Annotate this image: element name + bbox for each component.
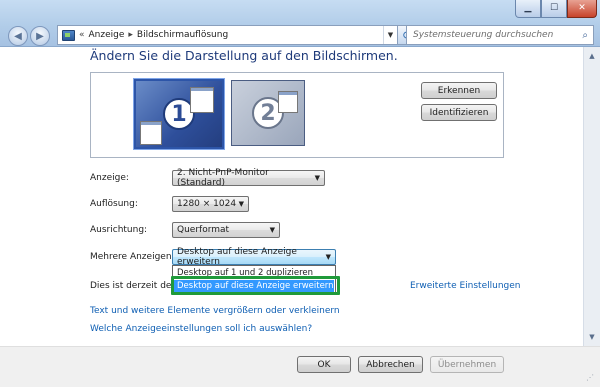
dropdown-option-duplicate[interactable]: Desktop auf 1 und 2 duplizieren [174, 267, 334, 280]
page-title: Ändern Sie die Darstellung auf den Bilds… [90, 48, 398, 63]
window-thumbnail [278, 91, 298, 113]
window-thumbnail [140, 121, 162, 145]
display-select-value: 2. Nicht-PnP-Monitor (Standard) [177, 168, 269, 188]
maximize-button[interactable]: ☐ [541, 0, 567, 18]
status-text: Dies ist derzeit der H [90, 281, 185, 291]
breadcrumb-anzeige[interactable]: Anzeige [89, 30, 125, 40]
window-controls: ▁ ☐ ✕ [515, 0, 597, 18]
display-label: Anzeige: [90, 173, 129, 183]
orientation-select-value: Querformat [177, 225, 230, 235]
orientation-select[interactable]: Querformat ▼ [172, 222, 280, 238]
maximize-icon: ☐ [549, 3, 559, 13]
window-thumbnail [190, 87, 214, 113]
minimize-button[interactable]: ▁ [515, 0, 541, 18]
close-icon: ✕ [578, 3, 586, 13]
multiple-displays-select[interactable]: Desktop auf diese Anzeige erweitern ▼ [172, 247, 336, 267]
chevron-down-icon: ▼ [325, 253, 331, 261]
monitor-arrangement-panel: 1 2 Erkennen Identifizieren [90, 72, 504, 158]
multiple-displays-dropdown-list: Desktop auf 1 und 2 duplizieren Desktop … [172, 265, 336, 295]
apply-button[interactable]: Übernehmen [430, 356, 504, 373]
close-button[interactable]: ✕ [567, 0, 597, 18]
minimize-icon: ▁ [524, 3, 532, 13]
chevron-down-icon: ▼ [269, 226, 275, 234]
chevron-down-icon: ▼ [314, 174, 320, 182]
resolution-label: Auflösung: [90, 199, 138, 209]
forward-arrow-icon: ▶ [36, 30, 44, 42]
vertical-scrollbar[interactable]: ▲ ▼ [583, 47, 600, 346]
search-input[interactable] [413, 30, 573, 40]
search-box[interactable]: ⌕ [406, 25, 594, 45]
detect-button[interactable]: Erkennen [421, 82, 497, 99]
resolution-select[interactable]: 1280 × 1024 ▼ [172, 196, 249, 212]
monitor-2[interactable]: 2 [231, 80, 305, 146]
ok-button[interactable]: OK [297, 356, 351, 373]
back-arrow-icon: ◀ [14, 30, 22, 42]
resize-grip-icon[interactable]: ⋰ [586, 374, 598, 386]
breadcrumb-bildschirmaufloesung[interactable]: Bildschirmauflösung [137, 30, 228, 40]
control-panel-icon [62, 29, 75, 41]
display-select[interactable]: 2. Nicht-PnP-Monitor (Standard) ▼ [172, 168, 325, 188]
search-icon[interactable]: ⌕ [582, 30, 588, 41]
display-settings-help-link[interactable]: Welche Anzeigeeinstellungen soll ich aus… [90, 324, 312, 334]
forward-button[interactable]: ▶ [30, 26, 50, 46]
resolution-select-value: 1280 × 1024 [177, 199, 237, 209]
address-dropdown-icon[interactable]: ▼ [383, 26, 397, 44]
scroll-down-icon[interactable]: ▼ [586, 330, 598, 344]
chevron-down-icon: ▼ [238, 200, 244, 208]
multiple-displays-select-value: Desktop auf diese Anzeige erweitern [177, 247, 297, 267]
monitor-1[interactable]: 1 [134, 79, 224, 149]
orientation-label: Ausrichtung: [90, 225, 148, 235]
dropdown-option-extend[interactable]: Desktop auf diese Anzeige erweitern [174, 280, 334, 293]
multiple-displays-label: Mehrere Anzeigen: [90, 252, 175, 262]
address-bar[interactable]: « Anzeige ▸ Bildschirmauflösung ▼ [57, 25, 398, 45]
scroll-up-icon[interactable]: ▲ [586, 49, 598, 63]
back-button[interactable]: ◀ [8, 26, 28, 46]
identify-button[interactable]: Identifizieren [421, 104, 497, 121]
cancel-button[interactable]: Abbrechen [358, 356, 423, 373]
text-size-link[interactable]: Text und weitere Elemente vergrößern ode… [90, 306, 340, 316]
breadcrumb-root-separator[interactable]: « [79, 30, 85, 40]
content-margin [575, 47, 583, 346]
advanced-settings-link[interactable]: Erweiterte Einstellungen [410, 281, 521, 291]
breadcrumb-separator[interactable]: ▸ [128, 30, 133, 40]
